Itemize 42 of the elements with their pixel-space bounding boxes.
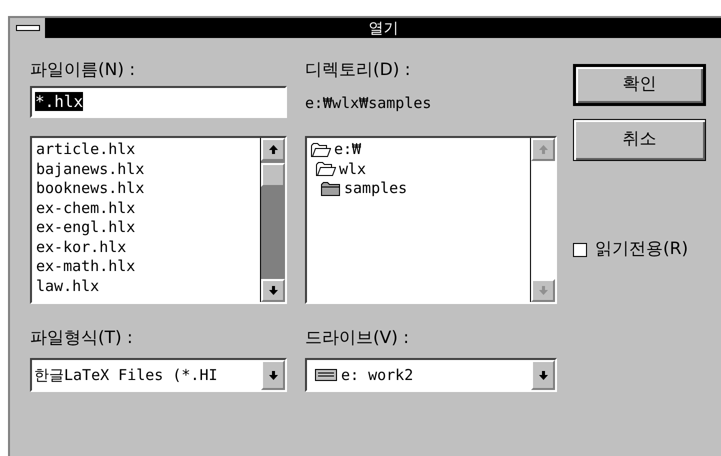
- read-only-checkbox[interactable]: [573, 242, 587, 257]
- field-label: 파일이름(N) :: [30, 59, 136, 82]
- checkbox-label: 읽기전용(R): [595, 238, 688, 261]
- dialog-button[interactable]: 확인: [573, 64, 706, 106]
- file-type-dropdown[interactable]: 한글LaTeX Files (*.HI: [30, 358, 287, 392]
- folder-icon: [311, 142, 331, 157]
- dropdown-arrow-button[interactable]: [531, 360, 555, 390]
- folder-icon: [316, 162, 336, 176]
- directory-item[interactable]: wlx: [316, 160, 366, 179]
- system-menu-button[interactable]: [10, 18, 46, 38]
- window-title: 열기: [368, 18, 400, 38]
- file-item[interactable]: article.hlx: [36, 140, 136, 160]
- down-arrow-icon: [538, 370, 548, 380]
- dropdown-arrow-button[interactable]: [261, 360, 285, 390]
- file-item[interactable]: booknews.hlx: [36, 179, 144, 198]
- file-item[interactable]: law.hlx: [36, 276, 100, 296]
- directory-item[interactable]: e:₩: [311, 140, 362, 160]
- up-arrow-icon: [538, 145, 548, 154]
- minus-icon: [16, 25, 40, 31]
- down-arrow-icon: [268, 370, 278, 380]
- field-label: 파일형식(T) :: [30, 327, 134, 350]
- dialog-button[interactable]: 취소: [573, 119, 706, 161]
- file-item[interactable]: ex-kor.hlx: [36, 238, 126, 257]
- up-arrow-icon: [268, 145, 278, 154]
- directory-path: e:₩wlx₩samples: [305, 93, 432, 114]
- drive-icon: [315, 369, 337, 381]
- directory-item[interactable]: samples: [321, 179, 408, 198]
- selected-text: *.hlx: [35, 92, 84, 111]
- file-item[interactable]: ex-engl.hlx: [36, 218, 136, 238]
- field-label: 드라이브(V) :: [305, 327, 410, 350]
- file-item[interactable]: ex-chem.hlx: [36, 198, 136, 218]
- drive-dropdown[interactable]: e: work2: [305, 358, 557, 392]
- scroll-up-button[interactable]: [261, 138, 285, 161]
- down-arrow-icon: [538, 286, 548, 295]
- down-arrow-icon: [268, 286, 278, 295]
- field-label: 디렉토리(D) :: [305, 59, 412, 82]
- file-item[interactable]: ex-math.hlx: [36, 257, 136, 276]
- scroll-thumb[interactable]: [261, 163, 285, 187]
- file-item[interactable]: bajanews.hlx: [36, 160, 144, 179]
- file-name-field[interactable]: *.hlx: [30, 86, 287, 118]
- folder-icon: [321, 182, 341, 196]
- scroll-down-button[interactable]: [261, 279, 285, 302]
